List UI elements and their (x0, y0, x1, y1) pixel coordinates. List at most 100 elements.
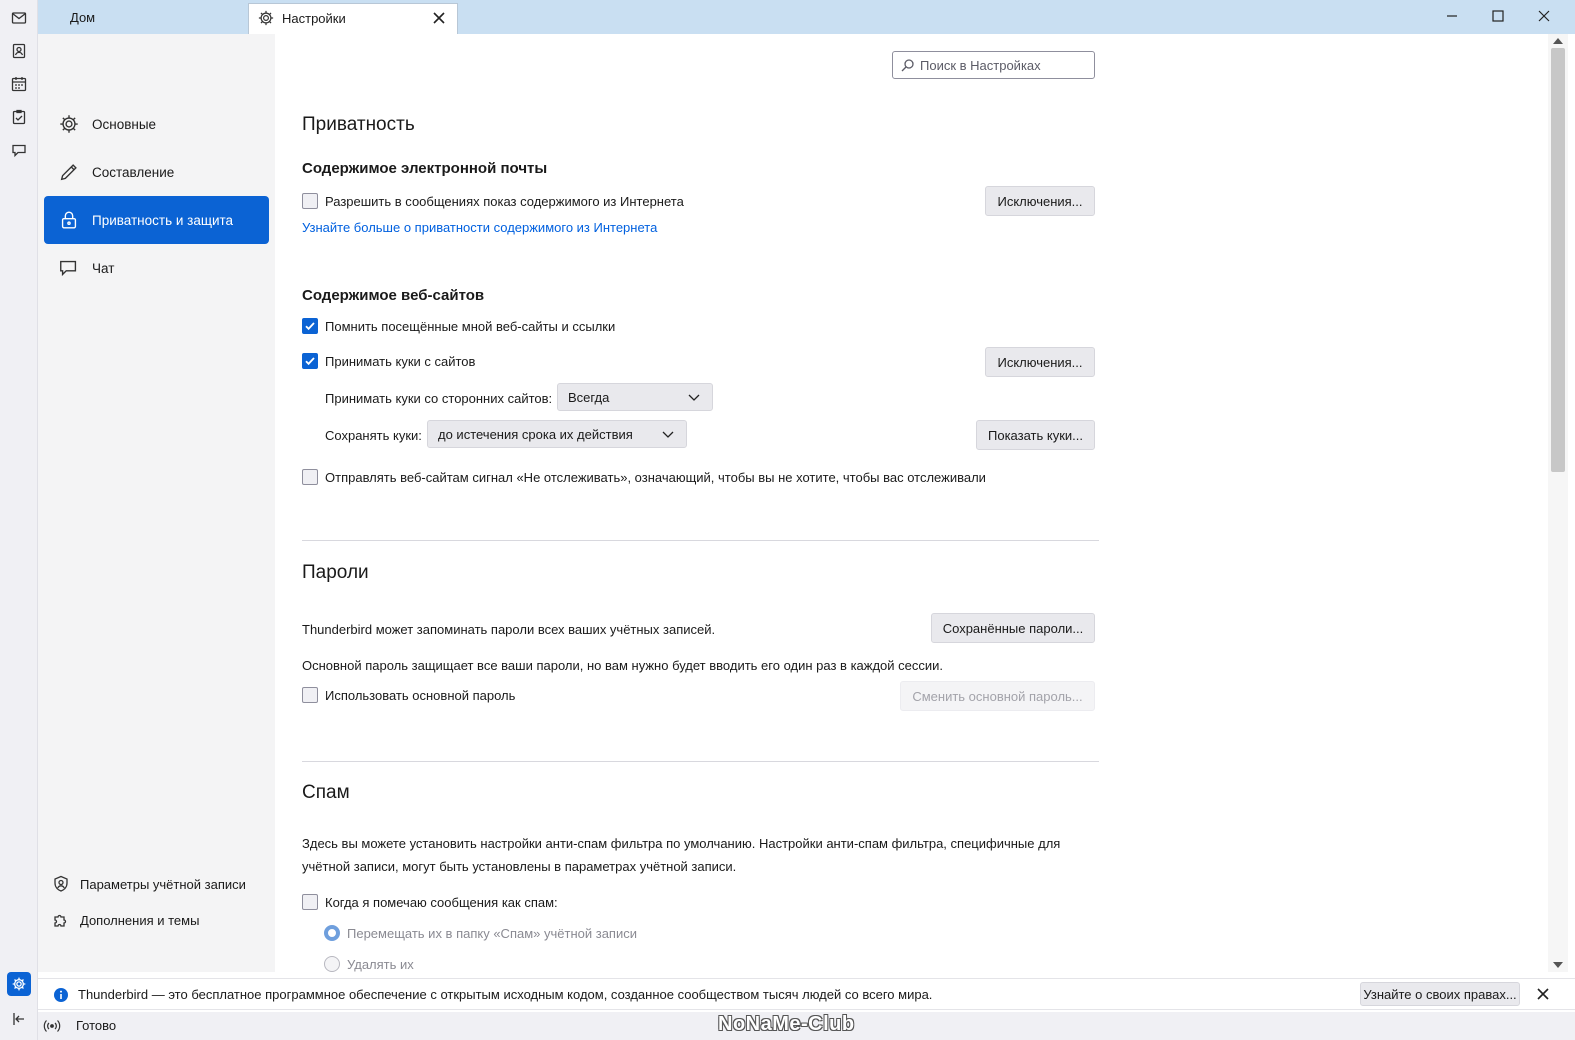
accept-cookies-checkbox[interactable] (302, 353, 318, 369)
mail-content-heading: Содержимое электронной почты (302, 160, 548, 177)
privacy-title: Приватность (302, 114, 415, 135)
remember-sites-checkbox[interactable] (302, 318, 318, 334)
addons-label: Дополнения и темы (80, 912, 200, 928)
show-cookies-button[interactable]: Показать куки... (976, 420, 1095, 450)
category-label: Приватность и защита (92, 212, 234, 228)
check-icon (305, 357, 315, 366)
delete-spam-row[interactable]: Удалять их (324, 953, 414, 975)
delete-spam-radio[interactable] (324, 956, 340, 972)
gear-icon (58, 113, 80, 135)
collapse-spaces-icon[interactable] (10, 1010, 28, 1028)
move-to-spam-label: Перемещать их в папку «Спам» учётной зап… (347, 925, 637, 941)
maximize-button[interactable] (1475, 4, 1521, 28)
category-privacy[interactable]: Приватность и защита (44, 196, 269, 244)
mail-icon[interactable] (9, 8, 29, 28)
address-book-icon[interactable] (9, 41, 29, 61)
scroll-down-icon[interactable] (1552, 960, 1564, 970)
move-to-spam-row[interactable]: Перемещать их в папку «Спам» учётной зап… (324, 922, 637, 944)
remember-sites-label: Помнить посещённые мной веб-сайты и ссыл… (325, 318, 616, 334)
puzzle-icon (52, 911, 70, 929)
do-not-track-label: Отправлять веб-сайтам сигнал «Не отслежи… (325, 469, 986, 485)
use-primary-password-checkbox[interactable] (302, 687, 318, 703)
allow-remote-checkbox[interactable] (302, 193, 318, 209)
delete-spam-label: Удалять их (347, 956, 414, 972)
know-your-rights-button[interactable]: Узнайте о своих правах... (1360, 982, 1520, 1006)
primary-password-text: Основной пароль защищает все ваши пароли… (302, 658, 944, 673)
status-bar: Готово NoNaMe-Club (38, 1012, 1575, 1040)
mail-exceptions-button[interactable]: Исключения... (985, 186, 1095, 216)
scroll-up-icon[interactable] (1552, 36, 1564, 46)
tab-bar: Дом Настройки (0, 0, 1575, 34)
lock-icon (58, 209, 80, 231)
tab-settings[interactable]: Настройки (248, 3, 458, 34)
online-status-icon[interactable] (43, 1018, 61, 1037)
category-composition[interactable]: Составление (44, 148, 269, 196)
cookie-exceptions-button[interactable]: Исключения... (985, 347, 1095, 377)
chat-icon[interactable] (9, 140, 29, 160)
mark-as-spam-label: Когда я помечаю сообщения как спам: (325, 894, 558, 910)
calendar-icon[interactable] (9, 74, 29, 94)
change-primary-password-button[interactable]: Сменить основной пароль... (900, 681, 1095, 711)
mark-as-spam-row[interactable]: Когда я помечаю сообщения как спам: (302, 891, 558, 913)
close-window-button[interactable] (1521, 4, 1567, 28)
move-to-spam-radio[interactable] (324, 925, 340, 941)
category-general[interactable]: Основные (44, 100, 269, 148)
accept-cookies-row[interactable]: Принимать куки с сайтов (302, 350, 475, 372)
account-settings-link[interactable]: Параметры учётной записи (52, 873, 246, 895)
search-input[interactable]: Поиск в Настройках (892, 51, 1095, 79)
third-party-cookies-label: Принимать куки со сторонних сайтов: (325, 391, 553, 406)
watermark: NoNaMe-Club (718, 1013, 855, 1035)
account-settings-label: Параметры учётной записи (80, 876, 246, 892)
gear-icon (257, 9, 275, 30)
account-icon (52, 875, 70, 893)
search-icon (901, 58, 915, 72)
chat-icon (58, 257, 80, 279)
vertical-scrollbar[interactable] (1548, 34, 1568, 972)
use-primary-password-row[interactable]: Использовать основной пароль (302, 684, 515, 706)
passwords-title: Пароли (302, 562, 369, 583)
minimize-button[interactable] (1429, 4, 1475, 28)
do-not-track-row[interactable]: Отправлять веб-сайтам сигнал «Не отслежи… (302, 466, 986, 488)
tab-settings-label: Настройки (282, 11, 346, 26)
do-not-track-checkbox[interactable] (302, 469, 318, 485)
category-label: Чат (92, 260, 115, 276)
third-party-cookies-select[interactable]: Всегда (557, 383, 713, 411)
chevron-down-icon (662, 429, 674, 439)
check-icon (305, 322, 315, 331)
tasks-icon[interactable] (9, 107, 29, 127)
category-label: Составление (92, 164, 175, 180)
remember-sites-row[interactable]: Помнить посещённые мной веб-сайты и ссыл… (302, 315, 615, 337)
settings-space-icon[interactable] (7, 972, 31, 996)
category-chat[interactable]: Чат (44, 244, 269, 292)
notification-bar: Thunderbird — это бесплатное программное… (38, 978, 1575, 1010)
scroll-thumb[interactable] (1551, 48, 1565, 472)
spam-description: Здесь вы можете установить настройки ант… (302, 836, 1061, 874)
saved-passwords-button[interactable]: Сохранённые пароли... (931, 613, 1095, 643)
keep-cookies-select[interactable]: до истечения срока их действия (427, 420, 687, 448)
category-sidebar: Основные Составление Приватность и защит… (38, 34, 275, 972)
use-primary-password-label: Использовать основной пароль (325, 687, 516, 703)
close-icon[interactable] (1535, 986, 1551, 1002)
notification-text: Thunderbird — это бесплатное программное… (78, 987, 933, 1002)
close-tab-icon[interactable] (431, 10, 447, 26)
accept-cookies-label: Принимать куки с сайтов (325, 353, 476, 369)
section-divider (302, 761, 1099, 762)
pencil-icon (58, 161, 80, 183)
info-icon (53, 987, 69, 1006)
spaces-toolbar (0, 0, 38, 1040)
learn-more-link[interactable]: Узнайте больше о приватности содержимого… (302, 220, 657, 235)
passwords-remember-text: Thunderbird может запоминать пароли всех… (302, 622, 716, 637)
category-label: Основные (92, 116, 157, 132)
keep-cookies-value: до истечения срока их действия (438, 426, 633, 442)
keep-cookies-label: Сохранять куки: (325, 428, 422, 443)
third-party-cookies-value: Всегда (568, 389, 610, 405)
spam-title: Спам (302, 782, 350, 803)
mark-as-spam-checkbox[interactable] (302, 894, 318, 910)
allow-remote-content-row[interactable]: Разрешить в сообщениях показ содержимого… (302, 190, 684, 212)
allow-remote-label: Разрешить в сообщениях показ содержимого… (325, 193, 684, 209)
addons-link[interactable]: Дополнения и темы (52, 909, 199, 931)
tab-home-label: Дом (70, 10, 96, 25)
settings-content: Поиск в Настройках Приватность Содержимо… (275, 34, 1548, 972)
tab-home[interactable]: Дом (38, 4, 248, 34)
section-divider (302, 540, 1099, 541)
